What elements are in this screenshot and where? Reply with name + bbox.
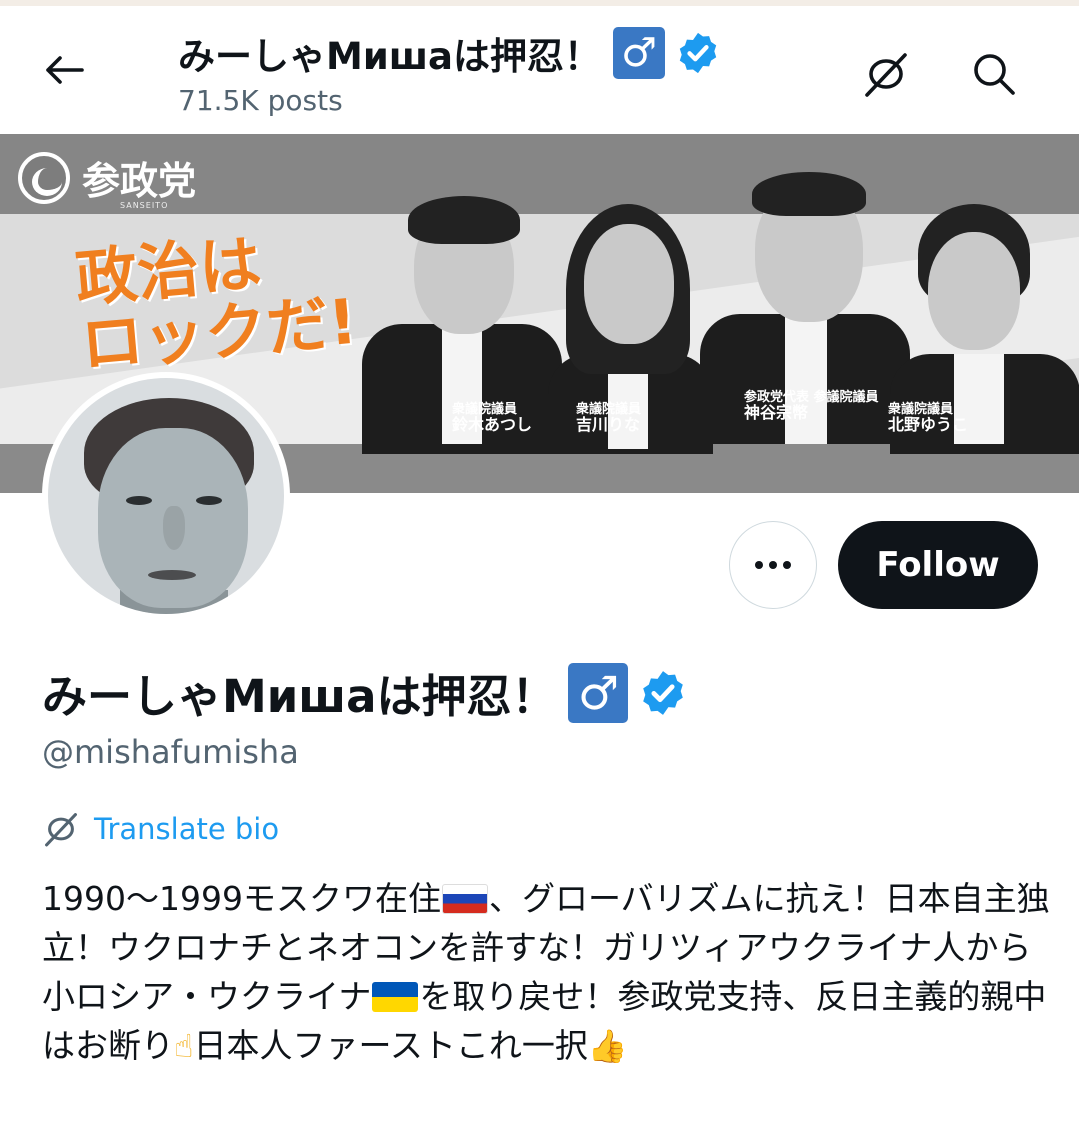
party-logo-subtext: SANSEITO [120,201,169,210]
posts-count: 71.5K posts [178,84,343,117]
bio-text-1: 1990〜1999モスクワ在住 [42,879,441,918]
more-options-button[interactable] [729,521,817,609]
more-icon [755,561,791,569]
verified-icon[interactable] [638,668,688,718]
back-arrow-icon [46,56,84,84]
party-logo-text: 参政党 [82,158,197,203]
follow-button[interactable]: Follow [838,521,1038,609]
person-4-name: 北野ゆうこ [888,415,969,434]
avatar[interactable] [42,372,290,620]
verified-icon [679,32,717,74]
profile-header: みーしゃМишаは押忍！ ♂ 71.5K posts [0,6,1079,134]
translate-bio-link[interactable]: Translate bio [42,810,279,848]
person-3-name: 神谷宗幣 [744,403,809,422]
header-title: みーしゃМишаは押忍！ ♂ [178,26,721,80]
pointing-up-icon: ☝ [174,1027,194,1065]
translate-button[interactable] [858,46,914,102]
profile-name-row: みーしゃМишаは押忍！ ♂ [42,660,688,725]
banner-slogan: 政治は ロックだ! [72,222,373,382]
display-name: みーしゃМишаは押忍！ [42,670,557,723]
male-sign-badge: ♂ [613,27,666,79]
ukraine-flag-icon [372,982,419,1012]
search-icon [974,54,1015,95]
banner-person-1: 衆議院議員 鈴木あつし [362,174,562,454]
back-button[interactable] [38,48,90,92]
bio-text-4: 日本人ファーストこれ一択 [193,1026,588,1065]
banner-person-3: 参政党代表 参議院議員 神谷宗幣 [700,154,910,444]
translate-icon [45,813,77,847]
party-logo-mark-icon [18,151,70,204]
profile-bio: 1990〜1999モスクワ在住 、グローバリズムに抗え！日本自主独立！ウクロナチと… [42,874,1052,1071]
banner-person-4: 衆議院議員 北野ゆうこ [880,204,1079,454]
male-sign-badge: ♂ [568,662,629,723]
translate-bio-label: Translate bio [94,812,280,846]
person-2-name: 吉川りな [576,415,641,434]
search-button[interactable] [966,46,1022,102]
banner-person-2: 衆議院議員 吉川りな [548,204,718,454]
translate-icon [865,53,907,97]
avatar-image [48,378,284,614]
party-logo: 参政党 [18,150,196,205]
person-1-name: 鈴木あつし [452,415,533,434]
thumbs-up-icon: 👍 [587,1027,628,1065]
russia-flag-icon [441,884,488,914]
profile-handle: @mishafumisha [42,733,299,771]
header-display-name: みーしゃМишаは押忍！ [178,35,602,78]
